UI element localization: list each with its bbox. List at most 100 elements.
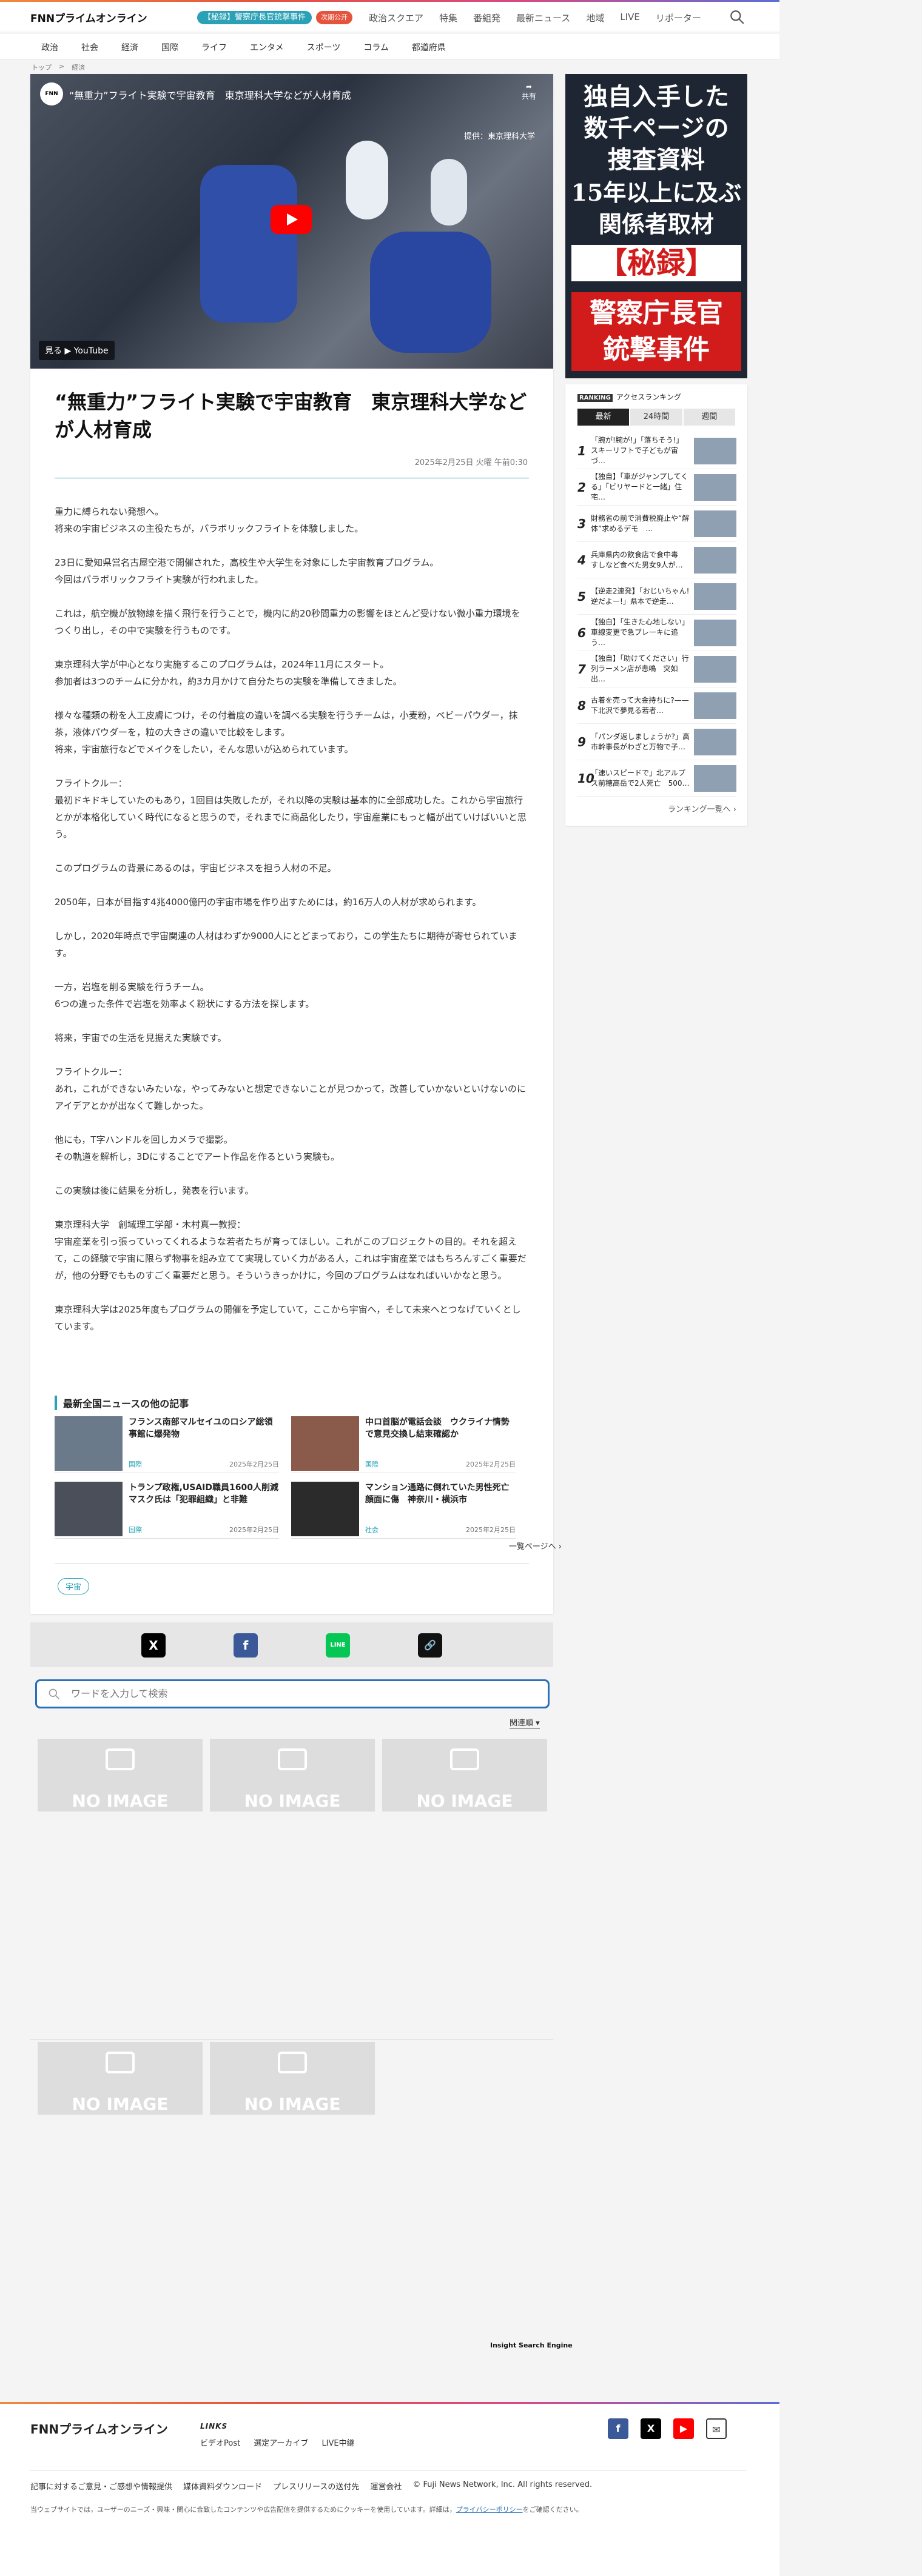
ranking-more-link[interactable]: ランキング一覧へ ›	[668, 803, 736, 814]
site-logo[interactable]: FNNプライムオンライン	[30, 10, 147, 25]
line-share-icon[interactable]: LINE	[326, 1633, 350, 1658]
ranking-item[interactable]: 5 【逆走2連発】「おじいちゃん!逆だよー!」県本で逆走…	[577, 578, 736, 615]
nav-item[interactable]: LIVE	[620, 12, 640, 24]
youtube-icon[interactable]: ▶	[673, 2418, 694, 2439]
nav-item[interactable]: 地域	[586, 12, 604, 24]
category-item[interactable]: エンタメ	[250, 41, 284, 53]
article-title: “無重力”フライト実験で宇宙教育 東京理科大学などが人材育成	[55, 390, 527, 442]
footer-link[interactable]: LIVE中継	[321, 2437, 354, 2448]
rank-title: 【独自】「車がジャンプしてくる」「ビリヤードと一緒」住宅…	[591, 472, 688, 501]
share-button[interactable]: ➦ 共有	[522, 82, 536, 101]
company-link[interactable]: 運営会社	[370, 2480, 402, 2492]
cookie-note-text: 当ウェブサイトでは，ユーザーのニーズ・興味・関心に合致したコンテンツや広告配信を…	[30, 2506, 456, 2514]
chevron-right-icon: ›	[733, 805, 736, 814]
sidebar-ad-banner[interactable]: 独自入手した 数千ページの 捜査資料 15年以上に及ぶ 関係者取材 【秘録】 警…	[565, 74, 747, 378]
ranking-item[interactable]: 10 「速いスピードで」北アルプス前穂高岳で2人死亡 500…	[577, 760, 736, 797]
news-thumbnail	[291, 1416, 359, 1471]
rank-number: 10	[577, 771, 594, 786]
article-paragraph: 23日に愛知県営名古屋空港で開催された，高校生や大学生を対象にした宇宙教育プログ…	[55, 557, 439, 585]
play-button[interactable]	[271, 205, 312, 234]
copyright: © Fuji News Network, Inc. All rights res…	[412, 2480, 593, 2489]
press-release-link[interactable]: プレスリリースの送付先	[273, 2480, 359, 2492]
other-news-item[interactable]: フランス南部マルセイユのロシア総領事館に爆発物 国際 2025年2月25日	[55, 1416, 279, 1473]
category-item[interactable]: 政治	[41, 41, 58, 53]
category-item[interactable]: 社会	[81, 41, 98, 53]
category-item[interactable]: 経済	[121, 41, 138, 53]
ranking-item[interactable]: 7 【独自】「助けてください」行列ラーメン店が悲鳴 突如出…	[577, 651, 736, 687]
category-item[interactable]: 国際	[161, 41, 178, 53]
footer-links: ビデオPost 選定アーカイブ LIVE中継	[200, 2437, 355, 2448]
breadcrumb: トップ > 経済	[32, 62, 85, 72]
other-news-item[interactable]: トランプ政権,USAID職員1600人削減 マスク氏は「犯罪組織」と非難 国際 2…	[55, 1482, 287, 1539]
ranking-widget: RANKING アクセスランキング 最新 24時間 週間 1 「腕が!腕が!」「落ち…	[565, 384, 747, 826]
video-scene-window	[431, 159, 467, 226]
mail-icon[interactable]: ✉	[706, 2418, 727, 2439]
rank-thumbnail	[694, 692, 736, 719]
facebook-icon[interactable]: f	[608, 2418, 628, 2439]
media-kit-link[interactable]: 媒体資料ダウンロード	[183, 2480, 262, 2492]
other-news-more-link[interactable]: 一覧ページへ ›	[509, 1540, 562, 1551]
news-title: フランス南部マルセイユのロシア総領事館に爆発物	[129, 1417, 273, 1439]
other-news-item[interactable]: 中ロ首脳が電話会談 ウクライナ情勢で意見交換し結束確認か 国際 2025年2月25…	[291, 1416, 516, 1473]
privacy-policy-link[interactable]: プライバシーポリシー	[456, 2506, 523, 2514]
x-share-icon[interactable]: X	[141, 1633, 166, 1658]
footer-logo[interactable]: FNNプライムオンライン	[30, 2420, 168, 2437]
sort-dropdown[interactable]: 関連順 ▾	[510, 1716, 540, 1728]
facebook-share-icon[interactable]: f	[234, 1633, 258, 1658]
x-icon[interactable]: X	[641, 2418, 661, 2439]
news-title: マンション通路に倒れていた男性死亡 顔面に傷 神奈川・横浜市	[365, 1483, 518, 1505]
divider	[55, 1563, 529, 1564]
nav-item[interactable]: 特集	[439, 12, 457, 24]
result-card[interactable]: NO IMAGE	[382, 1739, 547, 1812]
channel-avatar[interactable]: FNN	[40, 82, 63, 105]
ranking-item[interactable]: 4 兵庫県内の飲食店で食中毒 すしなど食べた男女9人が…	[577, 542, 736, 578]
rank-number: 3	[577, 516, 586, 531]
ranking-item[interactable]: 9 「パンダ返しましょうか?」高市幹事長がわざと万物で子…	[577, 724, 736, 760]
search-icon[interactable]	[729, 9, 745, 25]
tag-chip[interactable]: 宇宙	[58, 1578, 90, 1594]
article-paragraph: これは，航空機が放物線を描く飛行を行うことで，機内に約20秒間重力の影響をほとん…	[55, 608, 520, 636]
rank-title: 兵庫県内の飲食店で食中毒 すしなど食べた男女9人が…	[591, 550, 686, 569]
rank-number: 8	[577, 698, 586, 713]
ranking-item[interactable]: 3 財務省の前で消費税廃止や“解体”求めるデモ …	[577, 506, 736, 542]
video-title[interactable]: “無重力”フライト実験で宇宙教育 東京理科大学などが人材育成	[69, 87, 351, 102]
category-item[interactable]: 都道府県	[412, 41, 446, 53]
tab-weekly[interactable]: 週間	[683, 409, 735, 426]
result-card[interactable]: NO IMAGE	[38, 2042, 203, 2115]
footer-link[interactable]: ビデオPost	[200, 2437, 240, 2448]
result-card[interactable]: NO IMAGE	[38, 1739, 203, 1812]
category-item[interactable]: スポーツ	[307, 41, 341, 53]
category-item[interactable]: コラム	[363, 41, 389, 53]
category-item[interactable]: ライフ	[201, 41, 227, 53]
result-card[interactable]: NO IMAGE	[210, 2042, 375, 2115]
topic-pill[interactable]: 【秘録】警察庁長官銃撃事件	[197, 11, 312, 24]
nav-item[interactable]: リポーター	[656, 12, 701, 24]
news-category: 社会	[365, 1526, 379, 1534]
watch-on-youtube-button[interactable]: 見る ▶ YouTube	[39, 341, 115, 360]
breadcrumb-home[interactable]: トップ	[32, 62, 52, 72]
news-date: 2025年2月25日	[466, 1526, 516, 1534]
video-player[interactable]: FNN “無重力”フライト実験で宇宙教育 東京理科大学などが人材育成 ➦ 共有 …	[30, 74, 553, 369]
share-label: 共有	[521, 92, 536, 101]
ranking-item[interactable]: 8 古着を売って大金持ちに?——下北沢で夢見る若者…	[577, 687, 736, 724]
rank-thumbnail	[694, 583, 736, 610]
footer-link[interactable]: 選定アーカイブ	[254, 2437, 308, 2448]
breadcrumb-current[interactable]: 経済	[72, 62, 85, 72]
other-news-heading: 最新全国ニュースの他の記事	[55, 1396, 189, 1410]
result-card[interactable]: NO IMAGE	[210, 1739, 375, 1812]
search-input[interactable]	[71, 1681, 532, 1705]
news-date: 2025年2月25日	[229, 1460, 279, 1468]
rank-title: 財務省の前で消費税廃止や“解体”求めるデモ …	[591, 514, 690, 533]
copy-link-icon[interactable]: 🔗	[418, 1633, 442, 1658]
tab-24h[interactable]: 24時間	[630, 409, 682, 426]
ranking-item[interactable]: 6 【独自】「生きた心地しない」車線変更で急ブレーキに追う…	[577, 615, 736, 651]
tab-latest[interactable]: 最新	[577, 409, 630, 426]
nav-item[interactable]: 番組発	[473, 12, 500, 24]
ranking-item[interactable]: 1 「腕が!腕が!」「落ちそう!」スキーリフトで子どもが宙づ…	[577, 433, 736, 469]
other-news-item[interactable]: マンション通路に倒れていた男性死亡 顔面に傷 神奈川・横浜市 社会 2025年2月…	[291, 1482, 518, 1539]
feedback-link[interactable]: 記事に対するご意見・ご感想や情報提供	[30, 2480, 172, 2492]
article-paragraph: 東京理科大学 創域理工学部・木村真一教授： 宇宙産業を引っ張っていってくれるよう…	[55, 1219, 527, 1281]
ranking-item[interactable]: 2 【独自】「車がジャンプしてくる」「ビリヤードと一緒」住宅…	[577, 469, 736, 506]
nav-item[interactable]: 政治スクエア	[369, 12, 423, 24]
nav-item[interactable]: 最新ニュース	[516, 12, 570, 24]
